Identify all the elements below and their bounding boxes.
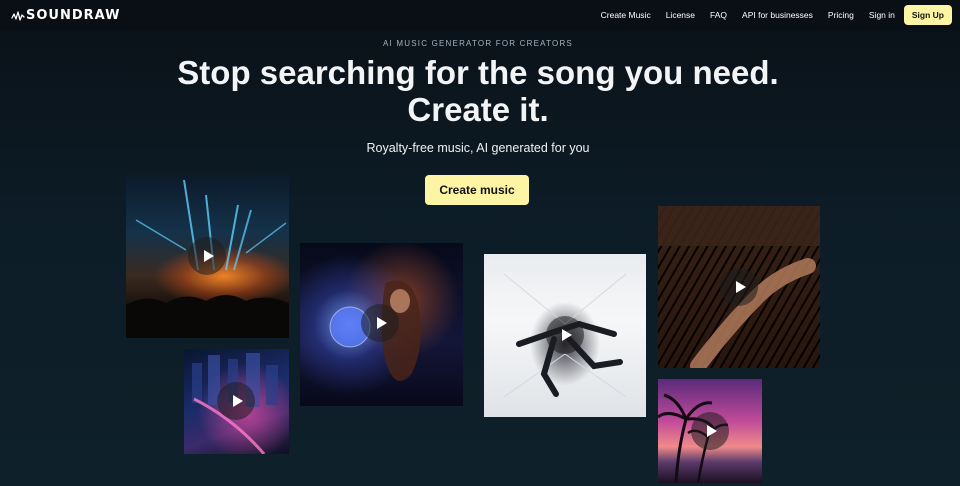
sign-up-button[interactable]: Sign Up: [903, 5, 952, 25]
dancer-video-tile[interactable]: [484, 254, 646, 417]
hero-headline-line-2: Create it.: [407, 91, 549, 128]
nav-api-link[interactable]: API for businesses: [742, 10, 813, 20]
city-video-tile[interactable]: [184, 349, 289, 454]
nav-links: Create Music License FAQ API for busines…: [601, 0, 960, 30]
brand-name: SOUNDRAW: [26, 7, 121, 23]
hero-headline: Stop searching for the song you need. Cr…: [0, 54, 956, 128]
palm-sunset-video-tile[interactable]: [658, 379, 762, 483]
disco-ball-video-tile[interactable]: [300, 243, 463, 406]
soundwave-logo-icon: [11, 11, 25, 21]
nav-faq-link[interactable]: FAQ: [710, 10, 727, 20]
play-icon[interactable]: [720, 268, 758, 306]
nav-license-link[interactable]: License: [666, 10, 695, 20]
nav-create-music-link[interactable]: Create Music: [601, 10, 651, 20]
top-nav: SOUNDRAW Create Music License FAQ API fo…: [0, 0, 960, 30]
concert-video-tile[interactable]: [126, 175, 289, 338]
logo[interactable]: SOUNDRAW: [11, 7, 120, 23]
nav-sign-in-link[interactable]: Sign in: [869, 10, 895, 20]
play-icon[interactable]: [546, 316, 584, 354]
hero-subhead: Royalty-free music, AI generated for you: [366, 141, 590, 155]
nav-pricing-link[interactable]: Pricing: [828, 10, 854, 20]
create-music-button[interactable]: Create music: [425, 175, 529, 205]
play-icon[interactable]: [217, 382, 255, 420]
landing-page: SOUNDRAW Create Music License FAQ API fo…: [0, 0, 960, 486]
hero-headline-line-1: Stop searching for the song you need.: [177, 54, 779, 91]
play-icon[interactable]: [361, 304, 399, 342]
hero-eyebrow: AI MUSIC GENERATOR FOR CREATORS: [383, 39, 573, 48]
piano-video-tile[interactable]: [658, 206, 820, 368]
play-icon[interactable]: [188, 237, 226, 275]
play-icon[interactable]: [691, 412, 729, 450]
